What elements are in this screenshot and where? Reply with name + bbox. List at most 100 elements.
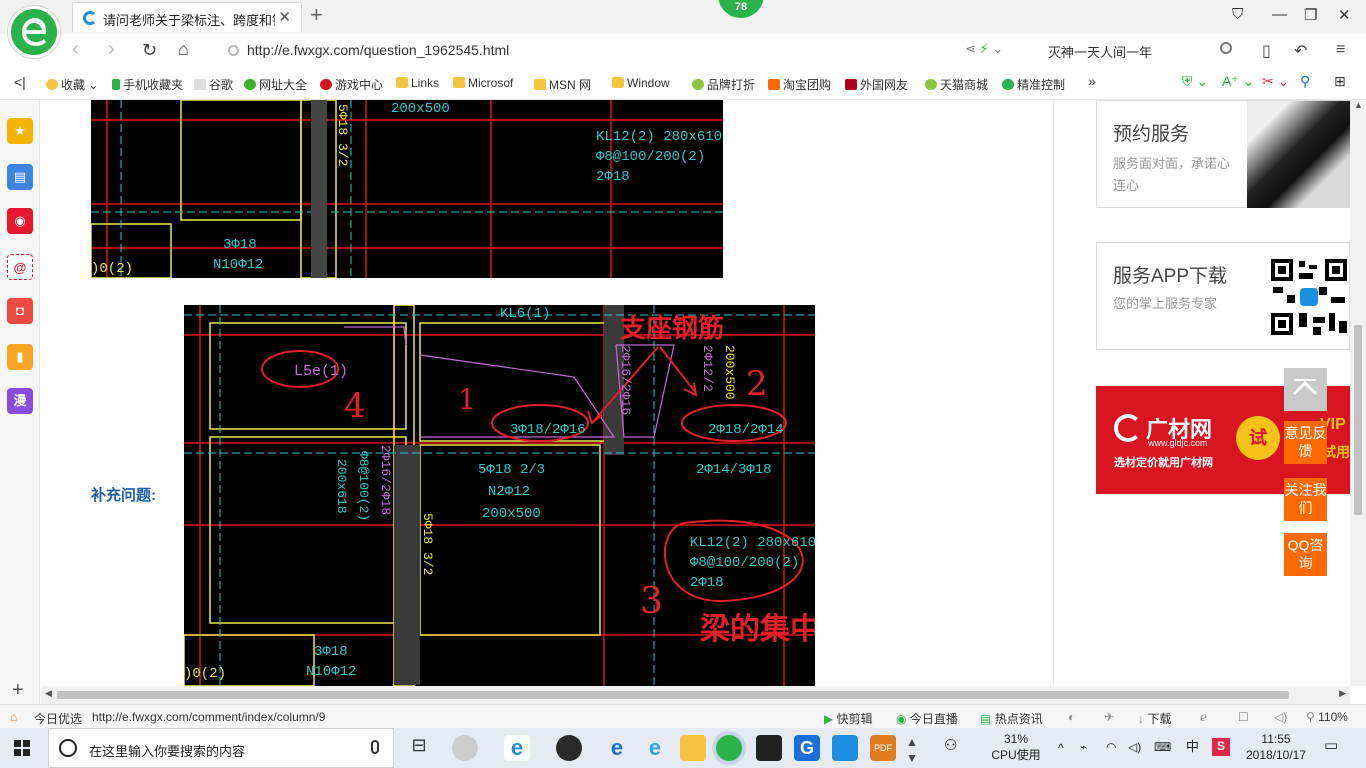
hot-news[interactable]: ▤ 热点资讯 — [980, 710, 1043, 727]
weibo-icon[interactable]: ◉ — [7, 208, 33, 234]
back-to-top-button[interactable] — [1284, 368, 1327, 411]
calendar-app-icon[interactable] — [832, 735, 858, 761]
browser-logo-icon[interactable] — [8, 6, 60, 58]
scissors-icon[interactable]: ✂ ⌄ — [1262, 73, 1289, 90]
ie-mode-icon[interactable]: ℯ — [1200, 710, 1207, 724]
notification-badge[interactable]: 78 — [718, 0, 764, 18]
zoom-level[interactable]: ⚲ 110% — [1306, 710, 1348, 724]
bookmark-item[interactable]: 品牌打折 — [692, 76, 755, 93]
bookmark-item[interactable]: 外国网友 — [845, 76, 908, 93]
network-device-icon[interactable]: ⌁ — [1080, 739, 1087, 755]
add-sidebar-item-icon[interactable]: + — [12, 679, 24, 702]
microphone-icon — [371, 740, 379, 754]
ie-legacy-icon[interactable]: e — [642, 735, 668, 761]
task-view-icon[interactable]: ⊟ — [406, 735, 432, 761]
edge-icon[interactable]: e — [504, 735, 530, 761]
horizontal-scroll-thumb[interactable] — [57, 691, 1289, 699]
bookmark-item[interactable]: 精准控制 — [1002, 76, 1065, 93]
translate-icon[interactable]: A⁺ ⌄ — [1222, 73, 1254, 90]
bookmark-item[interactable]: Microsof — [453, 76, 513, 90]
downloads[interactable]: ↓ 下载 — [1138, 710, 1171, 727]
cpu-usage[interactable]: 31% CPU使用 — [990, 731, 1042, 763]
share-icon[interactable]: ⋖ ⚡ ⌄ — [965, 41, 1003, 57]
fan-app-icon[interactable] — [452, 735, 478, 761]
horizontal-scrollbar[interactable]: ◀ ▶ — [41, 686, 1350, 704]
menu-icon[interactable]: ≡ — [1336, 41, 1345, 59]
email-icon[interactable]: @ — [7, 254, 33, 280]
skin-icon[interactable]: ⛉ — [1232, 6, 1243, 23]
url-input[interactable]: http://e.fwxgx.com/question_1962545.html — [220, 36, 1030, 64]
home-button[interactable]: ⌂ — [178, 39, 189, 60]
stats-icon[interactable]: ◐ — [1068, 710, 1075, 724]
glodon-icon[interactable]: G — [794, 735, 820, 761]
bookmarks-toggle-icon[interactable]: <| — [14, 74, 26, 90]
undo-icon[interactable]: ↶ — [1294, 41, 1307, 61]
follow-us-button[interactable]: 关注我们 — [1284, 478, 1327, 521]
quick-clip[interactable]: ▶ 快剪辑 — [824, 710, 873, 727]
today-live[interactable]: ◉ 今日直播 — [896, 710, 958, 727]
maximize-button[interactable]: ❐ — [1304, 6, 1317, 24]
new-tab-button[interactable]: + — [310, 2, 323, 28]
bookmark-item[interactable]: 手机收藏夹 — [112, 76, 183, 93]
notes-icon[interactable]: ▮ — [7, 344, 33, 370]
comic-icon[interactable]: 漫 — [7, 388, 33, 414]
ime-indicator[interactable]: 中 — [1186, 739, 1199, 755]
action-center-icon[interactable]: ▭ — [1324, 738, 1338, 754]
bookmark-item[interactable]: 收藏 ⌄ — [46, 76, 98, 93]
app-notify-icon[interactable] — [556, 735, 582, 761]
bookmark-item[interactable]: Links — [396, 76, 439, 90]
bookmark-item[interactable]: 网址大全 — [244, 76, 307, 93]
back-button[interactable]: ‹ — [72, 38, 79, 61]
pdf-icon[interactable]: PDF — [870, 735, 896, 761]
close-tab-icon[interactable]: ✕ — [278, 8, 291, 26]
speaker-icon[interactable]: ◁) — [1128, 739, 1141, 755]
bookmark-item[interactable]: 淘宝团购 — [768, 76, 831, 93]
shield-icon[interactable]: ⛨ ⌄ — [1182, 73, 1208, 90]
today-pick[interactable]: 今日优选 — [34, 710, 82, 727]
feedback-button[interactable]: 意见反馈 — [1284, 421, 1327, 464]
wifi-icon[interactable]: ◠ — [1106, 739, 1116, 755]
bookmark-item[interactable]: 天猫商城 — [925, 76, 988, 93]
windows-start-icon[interactable] — [14, 740, 30, 756]
minimize-button[interactable]: — — [1272, 6, 1287, 23]
browser-tab[interactable]: 请问老师关于梁标注、跨度和钢筋 ✕ — [72, 2, 302, 32]
file-explorer-icon[interactable] — [680, 735, 706, 761]
news-icon[interactable]: ▤ — [7, 164, 33, 190]
search-input[interactable]: 灭神一天人间一年 — [1042, 36, 1242, 64]
app-download-card[interactable]: 服务APP下载 您的掌上服务专家 — [1096, 242, 1350, 350]
cad-label: 2Φ16/2Φ18 — [378, 445, 393, 515]
sogou-input-icon[interactable]: S — [1212, 738, 1230, 756]
mobile-icon[interactable]: ▯ — [1262, 41, 1271, 61]
window-icon[interactable]: ☐ — [1238, 710, 1249, 724]
favorites-star-icon[interactable]: ★ — [7, 118, 33, 144]
more-bookmarks-icon[interactable]: » — [1088, 73, 1096, 89]
scroll-taskbar-icon[interactable]: ▲ ▼ — [906, 734, 918, 766]
close-window-button[interactable]: ✕ — [1338, 6, 1351, 24]
mail-icon[interactable] — [756, 735, 782, 761]
appointment-service-card[interactable]: 预约服务 服务面对面，承诺心连心 — [1096, 100, 1350, 208]
clock[interactable]: 11:55 2018/10/17 — [1240, 731, 1312, 763]
bookmark-item[interactable]: Window — [612, 76, 670, 90]
vertical-scrollbar[interactable]: ▲ — [1350, 100, 1366, 686]
gift-icon[interactable]: ⌂ — [10, 710, 17, 724]
pin-icon[interactable]: ✈ — [1104, 710, 1114, 724]
tray-overflow-icon[interactable]: ^ — [1058, 740, 1064, 756]
bookmark-item[interactable]: MSN 网 — [534, 76, 591, 93]
search-icon[interactable] — [1220, 42, 1232, 54]
taskbar-search-input[interactable]: 在这里输入你要搜索的内容 — [48, 728, 394, 768]
refresh-button[interactable]: ↻ — [142, 40, 157, 61]
game-controller-icon[interactable]: ◘ — [7, 298, 33, 324]
forward-button[interactable]: › — [108, 38, 115, 61]
keyboard-icon[interactable]: ⌨ — [1154, 739, 1171, 755]
bookmark-item[interactable]: 游戏中心 — [320, 76, 383, 93]
apps-grid-icon[interactable]: ⊞ — [1334, 73, 1346, 90]
find-icon[interactable]: ⚲ — [1300, 73, 1310, 90]
qq-consult-button[interactable]: QQ咨询 — [1284, 533, 1327, 576]
vertical-scroll-thumb[interactable] — [1354, 325, 1362, 515]
people-icon[interactable]: ⚇ — [944, 738, 957, 754]
bookmark-item[interactable]: 谷歌 — [194, 76, 233, 93]
ie-icon[interactable]: e — [604, 735, 630, 761]
volume-icon[interactable]: ◁) — [1274, 710, 1287, 724]
site-info-icon[interactable] — [228, 45, 239, 56]
browser-taskbar-icon[interactable] — [716, 735, 742, 761]
